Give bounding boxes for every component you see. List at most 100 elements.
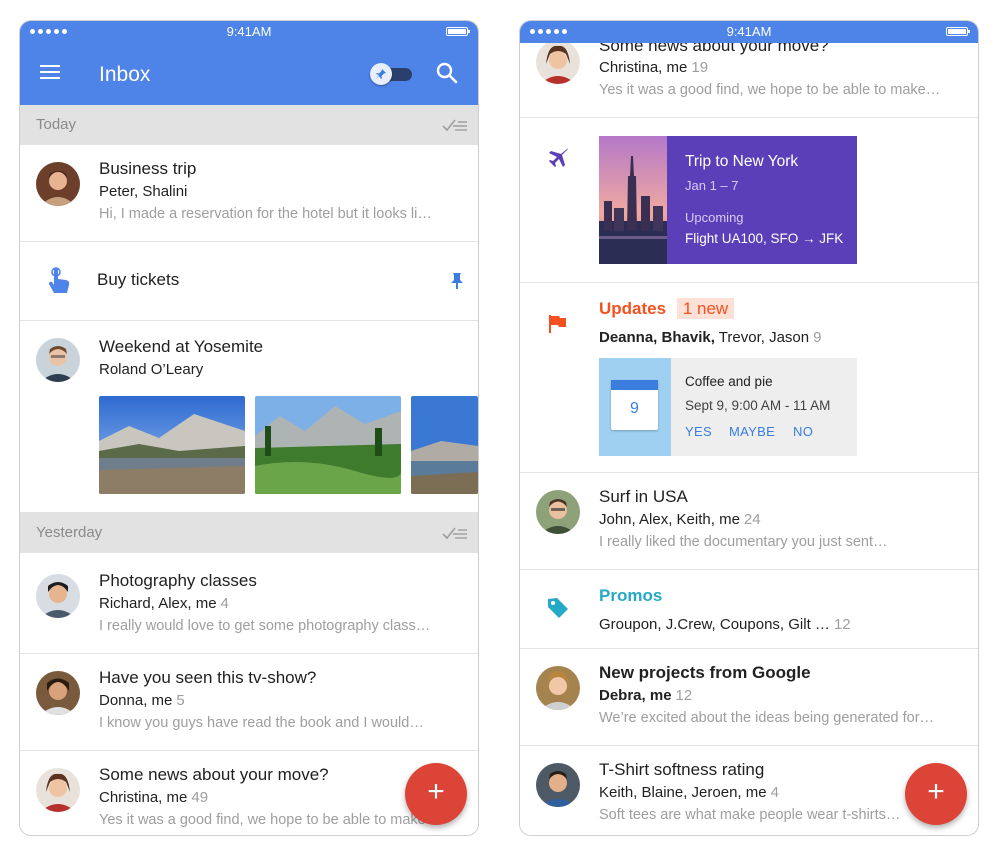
avatar xyxy=(536,763,580,807)
thread-count: 4 xyxy=(770,784,779,801)
battery-icon xyxy=(446,27,470,36)
section-today: Today xyxy=(20,105,478,145)
thread-snippet: Yes it was a good find, we hope to be ab… xyxy=(99,812,441,828)
thread-count: 9 xyxy=(813,329,822,346)
new-badge: 1 new xyxy=(676,298,735,319)
pin-icon xyxy=(376,69,386,79)
section-label: Today xyxy=(36,116,77,133)
thread-title: T-Shirt softness rating xyxy=(599,760,765,779)
thread-title: Photography classes xyxy=(99,571,257,590)
bundle-title: Promos xyxy=(599,586,663,605)
thread-snippet: I know you guys have read the book and I… xyxy=(99,715,424,731)
thread-count: 24 xyxy=(743,511,761,528)
thread-senders: John, Alex, Keith, me 24 xyxy=(599,511,761,528)
sweep-icon[interactable] xyxy=(442,117,468,133)
reminder-title: Buy tickets xyxy=(97,270,180,289)
thread-snippet: Yes it was a good find, we hope to be ab… xyxy=(599,82,941,98)
flag-icon xyxy=(549,315,566,333)
tag-icon xyxy=(548,598,568,618)
thread-senders: Christina, me 19 xyxy=(599,59,709,76)
thread-count: 12 xyxy=(833,616,851,633)
avatar xyxy=(536,40,580,84)
avatar xyxy=(36,574,80,618)
thread-title: Have you seen this tv-show? xyxy=(99,668,317,687)
promos-bundle-row[interactable]: Promos Groupon, J.Crew, Coupons, Gilt … 1… xyxy=(520,570,978,649)
thread-snippet: I really liked the documentary you just … xyxy=(599,534,888,550)
thread-snippet: We’re excited about the ideas being gene… xyxy=(599,710,935,726)
thread-title: Some news about your move? xyxy=(99,765,329,784)
plus-icon: + xyxy=(927,775,945,808)
thread-count: 4 xyxy=(220,595,229,612)
thread-count: 5 xyxy=(176,692,185,709)
event-title: Coffee and pie xyxy=(685,374,773,389)
bundle-senders: Deanna, Bhavik, Trevor, Jason 9 xyxy=(599,329,822,346)
trip-flight: Flight UA100, SFO → JFK xyxy=(685,231,844,246)
thread-title: Surf in USA xyxy=(599,487,688,506)
status-time: 9:41AM xyxy=(726,24,772,39)
event-card[interactable]: 9 Coffee and pie Sept 9, 9:00 AM - 11 AM… xyxy=(599,358,857,456)
thread-count: 19 xyxy=(691,59,709,76)
thread-row[interactable]: Photography classes Richard, Alex, me 4 I… xyxy=(20,557,478,654)
trip-bundle-row[interactable]: Trip to New York Jan 1 – 7 Upcoming Flig… xyxy=(520,118,978,283)
rsvp-maybe-button[interactable]: MAYBE xyxy=(729,424,775,439)
thread-senders: Keith, Blaine, Jeroen, me 4 xyxy=(599,784,779,801)
thread-row[interactable]: Weekend at Yosemite Roland O’Leary xyxy=(20,321,478,513)
new-york-image xyxy=(599,136,667,264)
pin-icon[interactable] xyxy=(450,272,464,290)
avatar xyxy=(36,162,80,206)
event-time: Sept 9, 9:00 AM - 11 AM xyxy=(685,398,831,413)
avatar xyxy=(36,671,80,715)
trip-card[interactable]: Trip to New York Jan 1 – 7 Upcoming Flig… xyxy=(599,136,857,264)
battery-icon xyxy=(946,27,970,36)
thread-snippet: Hi, I made a reservation for the hotel b… xyxy=(99,206,432,222)
compose-button[interactable]: + xyxy=(405,763,467,825)
reminder-hand-icon xyxy=(49,267,70,293)
page-title: Inbox xyxy=(99,63,151,86)
bundle-senders: Groupon, J.Crew, Coupons, Gilt … 12 xyxy=(599,616,851,633)
thread-senders: Christina, me 49 xyxy=(99,789,209,806)
trip-dates: Jan 1 – 7 xyxy=(685,178,739,193)
thread-row[interactable]: Have you seen this tv-show? Donna, me 5 I… xyxy=(20,654,478,751)
menu-icon[interactable] xyxy=(40,65,60,81)
search-icon[interactable] xyxy=(436,62,458,84)
thread-count: 49 xyxy=(191,789,209,806)
thread-row[interactable]: Surf in USA John, Alex, Keith, me 24 I re… xyxy=(520,473,978,570)
plus-icon: + xyxy=(427,775,445,808)
calendar-icon: 9 xyxy=(599,358,671,456)
thread-senders: Richard, Alex, me 4 xyxy=(99,595,229,612)
thread-senders: Debra, me 12 xyxy=(599,687,693,704)
trip-status: Upcoming xyxy=(685,210,744,225)
status-bar: 9:41AM xyxy=(520,21,978,43)
trip-title: Trip to New York xyxy=(685,153,799,170)
thread-count: 12 xyxy=(675,687,693,704)
thread-row[interactable]: Business trip Peter, Shalini Hi, I made … xyxy=(20,145,478,242)
thread-senders: Donna, me 5 xyxy=(99,692,185,709)
avatar xyxy=(536,666,580,710)
status-bar: 9:41AM xyxy=(20,21,478,43)
thread-senders: Roland O’Leary xyxy=(99,361,204,378)
rsvp-yes-button[interactable]: YES xyxy=(685,424,712,439)
section-yesterday: Yesterday xyxy=(20,513,478,553)
inbox-screen-left: 9:41AM Inbox Today Business trip Peter, … xyxy=(19,20,479,836)
status-time: 9:41AM xyxy=(226,24,272,39)
section-label: Yesterday xyxy=(36,524,103,541)
bundle-title: Updates 1 new xyxy=(599,298,735,319)
thread-row[interactable]: New projects from Google Debra, me 12 We’… xyxy=(520,649,978,746)
compose-button[interactable]: + xyxy=(905,763,967,825)
thread-title: Weekend at Yosemite xyxy=(99,337,264,356)
photo-thumbnail[interactable] xyxy=(411,396,478,494)
photo-thumbnail[interactable] xyxy=(99,396,245,494)
airplane-icon xyxy=(549,148,568,167)
pinned-toggle[interactable] xyxy=(370,63,412,85)
updates-bundle-row[interactable]: Updates 1 new Deanna, Bhavik, Trevor, Ja… xyxy=(520,283,978,473)
reminder-row[interactable]: Buy tickets xyxy=(20,242,478,321)
avatar xyxy=(536,490,580,534)
avatar xyxy=(36,768,80,812)
thread-snippet: I really would love to get some photogra… xyxy=(99,618,431,634)
sweep-icon[interactable] xyxy=(442,525,468,541)
thread-snippet: Soft tees are what make people wear t-sh… xyxy=(599,807,901,823)
rsvp-no-button[interactable]: NO xyxy=(793,424,813,439)
inbox-screen-right: 9:41AM Some news about your move? Christ… xyxy=(519,20,979,836)
app-bar: Inbox xyxy=(20,43,478,105)
photo-thumbnail[interactable] xyxy=(255,396,401,494)
